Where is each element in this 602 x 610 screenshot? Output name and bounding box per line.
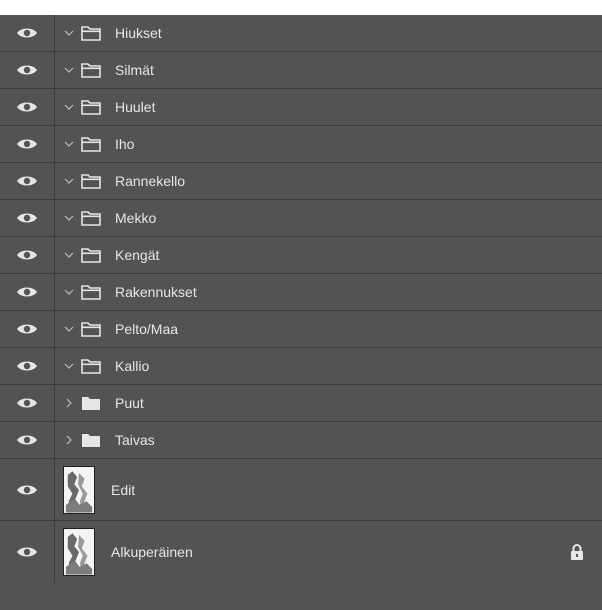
chevron-down-icon[interactable]	[61, 99, 77, 115]
folder-open-icon	[81, 322, 101, 337]
visibility-toggle[interactable]	[0, 126, 55, 162]
visibility-toggle[interactable]	[0, 52, 55, 88]
chevron-down-icon[interactable]	[61, 62, 77, 78]
chevron-down-icon[interactable]	[61, 247, 77, 263]
layer-name: Rannekello	[115, 173, 186, 189]
folder-open-icon	[81, 211, 101, 226]
folder-open-icon	[81, 285, 101, 300]
eye-icon	[17, 28, 37, 38]
folder-open-icon	[81, 137, 101, 152]
folder-open-icon	[81, 359, 101, 374]
visibility-toggle[interactable]	[0, 89, 55, 125]
layer-row-hiukset[interactable]: Hiukset	[0, 15, 602, 52]
layer-row-kengat[interactable]: Kengät	[0, 237, 602, 274]
chevron-down-icon[interactable]	[61, 358, 77, 374]
layer-row-kallio[interactable]: Kallio	[0, 348, 602, 385]
chevron-down-icon[interactable]	[61, 321, 77, 337]
layer-name: Mekko	[115, 210, 157, 226]
layer-name: Alkuperäinen	[111, 544, 193, 560]
visibility-toggle[interactable]	[0, 200, 55, 236]
eye-icon	[17, 435, 37, 445]
folder-open-icon	[81, 63, 101, 78]
folder-open-icon	[81, 248, 101, 263]
chevron-down-icon[interactable]	[61, 173, 77, 189]
visibility-toggle[interactable]	[0, 348, 55, 384]
chevron-right-icon[interactable]	[61, 395, 77, 411]
eye-icon	[17, 547, 37, 557]
folder-closed-icon	[82, 434, 100, 447]
chevron-down-icon[interactable]	[61, 136, 77, 152]
chevron-down-icon[interactable]	[61, 284, 77, 300]
layer-name: Puut	[115, 395, 144, 411]
layer-name: Kallio	[115, 358, 150, 374]
layer-name: Iho	[115, 136, 135, 152]
layer-row-rakennukset[interactable]: Rakennukset	[0, 274, 602, 311]
layer-row-silmat[interactable]: Silmät	[0, 52, 602, 89]
layer-name: Huulet	[115, 99, 156, 115]
visibility-toggle[interactable]	[0, 459, 55, 520]
layer-row-rannekello[interactable]: Rannekello	[0, 163, 602, 200]
folder-closed-icon	[82, 397, 100, 410]
layer-row-pelto-maa[interactable]: Pelto/Maa	[0, 311, 602, 348]
visibility-toggle[interactable]	[0, 163, 55, 199]
folder-open-icon	[81, 174, 101, 189]
eye-icon	[17, 250, 37, 260]
eye-icon	[17, 176, 37, 186]
eye-icon	[17, 102, 37, 112]
folder-open-icon	[81, 100, 101, 115]
layer-row-alkuperainen[interactable]: Alkuperäinen	[0, 521, 602, 583]
eye-icon	[17, 287, 37, 297]
layer-thumbnail[interactable]	[63, 528, 95, 576]
layer-name: Kengät	[115, 247, 160, 263]
chevron-down-icon[interactable]	[61, 25, 77, 41]
layer-name: Silmät	[115, 62, 154, 78]
layer-row-mekko[interactable]: Mekko	[0, 200, 602, 237]
lock-icon[interactable]	[570, 544, 584, 560]
chevron-right-icon[interactable]	[61, 432, 77, 448]
layer-name: Taivas	[115, 432, 155, 448]
eye-icon	[17, 398, 37, 408]
visibility-toggle[interactable]	[0, 237, 55, 273]
eye-icon	[17, 361, 37, 371]
visibility-toggle[interactable]	[0, 15, 55, 51]
eye-icon	[17, 65, 37, 75]
layer-row-taivas[interactable]: Taivas	[0, 422, 602, 459]
chevron-down-icon[interactable]	[61, 210, 77, 226]
folder-open-icon	[81, 26, 101, 41]
eye-icon	[17, 324, 37, 334]
layer-name: Hiukset	[115, 25, 162, 41]
visibility-toggle[interactable]	[0, 385, 55, 421]
visibility-toggle[interactable]	[0, 521, 55, 583]
layer-row-puut[interactable]: Puut	[0, 385, 602, 422]
eye-icon	[17, 485, 37, 494]
layer-row-huulet[interactable]: Huulet	[0, 89, 602, 126]
layer-name: Pelto/Maa	[115, 321, 179, 337]
layer-row-iho[interactable]: Iho	[0, 126, 602, 163]
eye-icon	[17, 213, 37, 223]
eye-icon	[17, 139, 37, 149]
layer-row-edit[interactable]: Edit	[0, 459, 602, 521]
layer-thumbnail[interactable]	[63, 465, 95, 514]
visibility-toggle[interactable]	[0, 311, 55, 347]
layer-name: Edit	[111, 481, 136, 498]
layer-name: Rakennukset	[115, 284, 197, 300]
layers-panel: Hiukset Silmät Huulet Iho Rannekello Mek…	[0, 15, 602, 610]
visibility-toggle[interactable]	[0, 274, 55, 310]
visibility-toggle[interactable]	[0, 422, 55, 458]
